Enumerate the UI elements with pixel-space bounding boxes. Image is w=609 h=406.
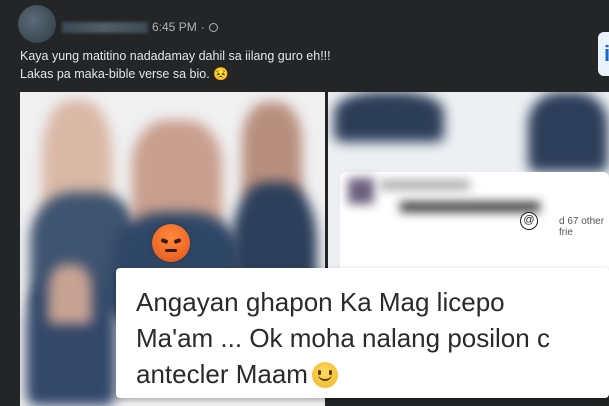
mention-text: d 67 other frie xyxy=(559,216,605,238)
sad-emoji-icon: 😣 xyxy=(213,67,229,81)
caption-line-1: Kaya yung matitino nadadamay dahil sa ii… xyxy=(20,49,331,63)
comment-line-1: Angayan ghapon Ka Mag licepo xyxy=(136,287,505,317)
mention-icon: @ xyxy=(520,212,538,230)
embedded-screenshot[interactable] xyxy=(328,92,609,292)
comment-line-2: Ma'am ... Ok moha nalang posilon c xyxy=(136,323,550,353)
post-caption: Kaya yung matitino nadadamay dahil sa ii… xyxy=(20,47,331,83)
blurred-person-image xyxy=(528,92,608,172)
smile-emoji-icon xyxy=(311,362,338,388)
globe-icon xyxy=(208,22,218,32)
blurred-person-image xyxy=(48,264,92,324)
blurred-author-name[interactable] xyxy=(62,21,148,33)
blurred-person-image xyxy=(334,92,444,142)
post-meta: 6:45 PM · xyxy=(62,20,218,34)
comment-overlay: Angayan ghapon Ka Mag licepo Ma'am ... O… xyxy=(116,268,609,398)
comment-line-3: antecler Maam xyxy=(136,359,308,389)
comment-text: Angayan ghapon Ka Mag licepo Ma'am ... O… xyxy=(136,284,550,392)
author-avatar[interactable] xyxy=(18,5,56,43)
post-timestamp[interactable]: 6:45 PM xyxy=(152,20,197,34)
info-icon[interactable]: i xyxy=(598,32,609,76)
facebook-post: 6:45 PM · Kaya yung matitino nadadamay d… xyxy=(0,0,609,406)
angry-reaction-icon xyxy=(152,224,190,262)
caption-line-2: Lakas pa maka-bible verse sa bio. xyxy=(20,67,210,81)
